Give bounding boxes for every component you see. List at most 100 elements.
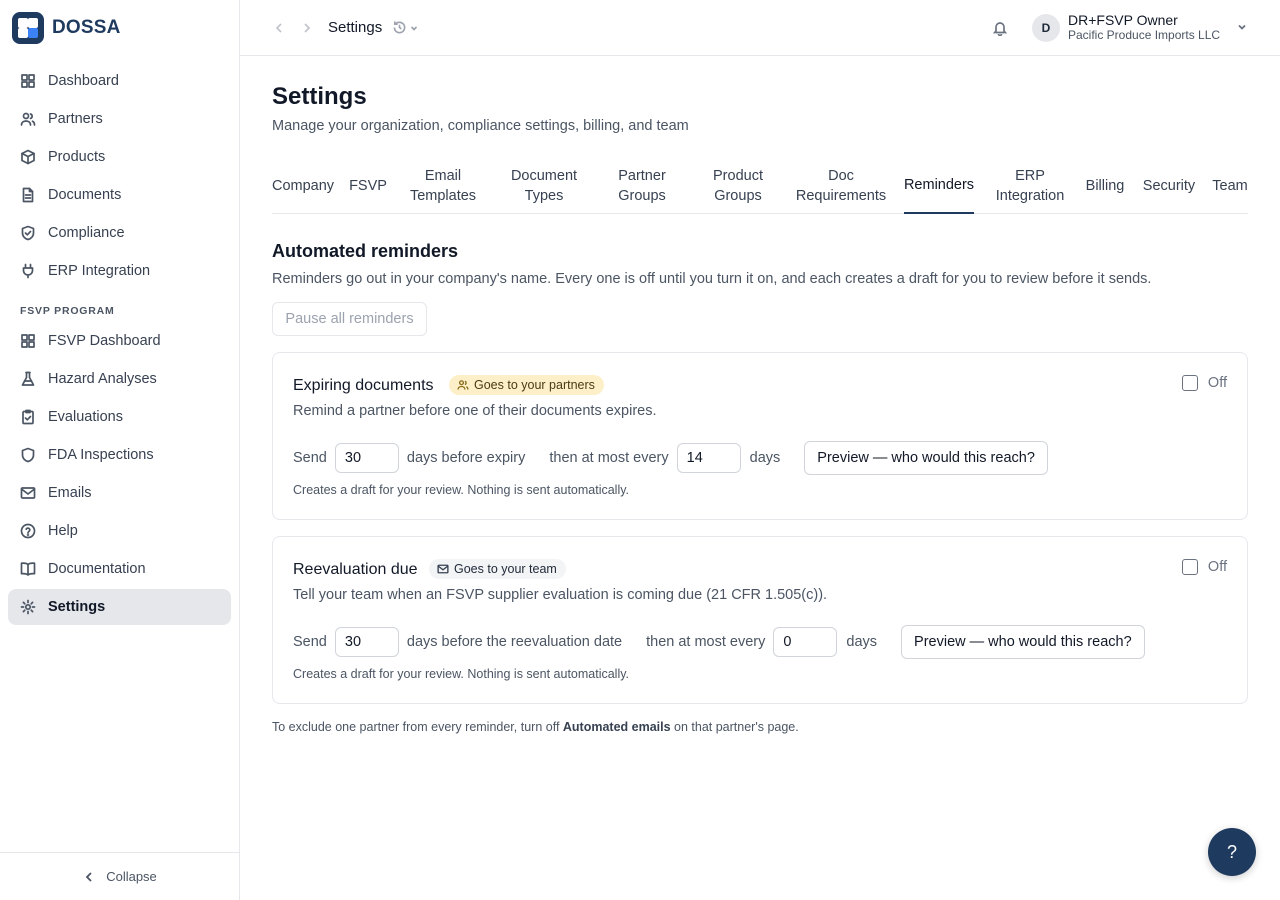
sidebar-item-evaluations[interactable]: Evaluations [8,399,231,435]
toggle-label: Off [1207,559,1227,575]
badge-label: Goes to your partners [474,378,595,392]
tab-company[interactable]: Company [272,158,334,214]
tab-label: Billing [1085,178,1125,194]
sidebar-item-fsvp-dashboard[interactable]: FSVP Dashboard [8,323,231,359]
tab-security[interactable]: Security [1140,158,1198,214]
card-note: Creates a draft for your review. Nothing… [293,667,630,681]
sidebar-item-label: Documentation [48,561,146,577]
chevron-left-icon [85,871,92,882]
sidebar-item-partners[interactable]: Partners [8,101,231,137]
sidebar-item-dashboard[interactable]: Dashboard [8,63,231,99]
card-title: Expiring documents [293,377,434,394]
tab-partner-groups[interactable]: Partner Groups [604,158,680,214]
sidebar-item-label: ERP Integration [48,263,151,279]
card-description: Tell your team when an FSVP supplier eva… [293,587,828,603]
section-title: Automated reminders [272,241,459,261]
sidebar-item-compliance[interactable]: Compliance [8,215,231,251]
history-dropdown[interactable] [392,20,419,35]
bell-icon[interactable] [992,20,1008,36]
collapse-button[interactable]: Collapse [0,852,239,900]
audience-badge: Goes to your partners [449,375,604,395]
footer-note: To exclude one partner from every remind… [272,720,799,734]
send-label: Send [293,450,327,466]
tab-label: FSVP [349,178,387,194]
sidebar-item-documents[interactable]: Documents [8,177,231,213]
tab-label-line: Groups [714,188,762,204]
reminder-toggle[interactable]: Off [1181,559,1227,575]
avatar[interactable]: D [1032,14,1060,42]
tab-reminders[interactable]: Reminders [904,158,974,214]
sidebar-item-settings[interactable]: Settings [8,589,231,625]
sidebar-item-label: Dashboard [48,73,119,89]
shield-check-icon [21,225,35,241]
tab-label-line: Doc [828,168,854,184]
chevron-down-icon[interactable] [1236,21,1248,33]
interval-input[interactable] [773,627,838,657]
dashboard-icon [21,74,35,88]
interval-label: then at most every [549,450,669,466]
automated-emails-link[interactable]: Automated emails [563,720,671,734]
forward-arrow-icon[interactable] [300,21,314,35]
sidebar-item-label: Evaluations [48,409,123,425]
schedule-row: Send days before the reevaluation date t… [293,625,1145,659]
page-title: Settings [272,83,367,110]
days-label: days [749,450,781,466]
schedule-row: Send days before expiry then at most eve… [293,441,1048,475]
tab-doc-requirements[interactable]: Doc Requirements [794,158,888,214]
days-label: days [846,634,878,650]
enable-checkbox[interactable] [1181,559,1198,575]
users-icon [20,112,36,126]
pause-all-reminders-button[interactable]: Pause all reminders [272,302,427,336]
tab-email-templates[interactable]: Email Templates [402,158,484,214]
help-fab-button[interactable]: ? [1208,828,1256,876]
dashboard-icon [21,334,35,348]
nav-section-label: FSVP PROGRAM [20,305,115,317]
sidebar-item-erp-integration[interactable]: ERP Integration [8,253,231,289]
collapse-label: Collapse [106,869,157,884]
tab-label-line: Product [713,168,763,184]
sidebar-item-hazard-analyses[interactable]: Hazard Analyses [8,361,231,397]
tab-erp-integration[interactable]: ERP Integration [990,158,1070,214]
reminder-card-reevaluation-due: Reevaluation due Goes to your team Off T… [272,536,1248,704]
users-icon [457,380,469,390]
tab-product-groups[interactable]: Product Groups [696,158,780,214]
sidebar-item-emails[interactable]: Emails [8,475,231,511]
mail-icon [20,487,36,499]
tab-label: Team [1212,178,1248,194]
settings-tabs: Company FSVP Email Templates Document Type… [272,158,1248,214]
brand[interactable]: DOSSA [0,0,239,56]
days-before-input[interactable] [334,443,399,473]
footer-prefix: To exclude one partner from every remind… [272,720,563,734]
sidebar-item-label: FDA Inspections [48,447,154,463]
package-icon [21,149,35,165]
tab-document-types[interactable]: Document Types [500,158,588,214]
shield-icon [21,447,35,463]
sidebar-item-help[interactable]: Help [8,513,231,549]
tab-fsvp[interactable]: FSVP [349,158,387,214]
clipboard-check-icon [22,409,34,425]
interval-input[interactable] [676,443,741,473]
gear-icon [20,599,36,615]
sidebar-item-label: Settings [48,599,106,615]
tab-label-line: Types [524,188,564,204]
sidebar-item-documentation[interactable]: Documentation [8,551,231,587]
enable-checkbox[interactable] [1181,375,1198,391]
tab-team[interactable]: Team [1212,158,1248,214]
tab-label: Document Types [511,166,577,206]
tab-label: Doc Requirements [796,166,886,206]
toggle-label: Off [1207,375,1227,391]
sidebar-item-products[interactable]: Products [8,139,231,175]
user-name[interactable]: DR+FSVP Owner [1068,12,1178,28]
topbar: Settings D DR+FSVP Owner Pacific Produce… [240,0,1280,56]
tab-label: ERP Integration [996,166,1065,206]
tab-label-line: Requirements [795,188,887,204]
tab-label-line: ERP [1015,168,1045,184]
preview-reach-button[interactable]: Preview — who would this reach? [804,441,1048,475]
reminder-toggle[interactable]: Off [1181,375,1227,391]
back-arrow-icon[interactable] [272,21,286,35]
days-before-input[interactable] [334,627,399,657]
sidebar-item-fda-inspections[interactable]: FDA Inspections [8,437,231,473]
tab-billing[interactable]: Billing [1084,158,1126,214]
preview-reach-button[interactable]: Preview — who would this reach? [901,625,1145,659]
book-icon [20,562,36,576]
